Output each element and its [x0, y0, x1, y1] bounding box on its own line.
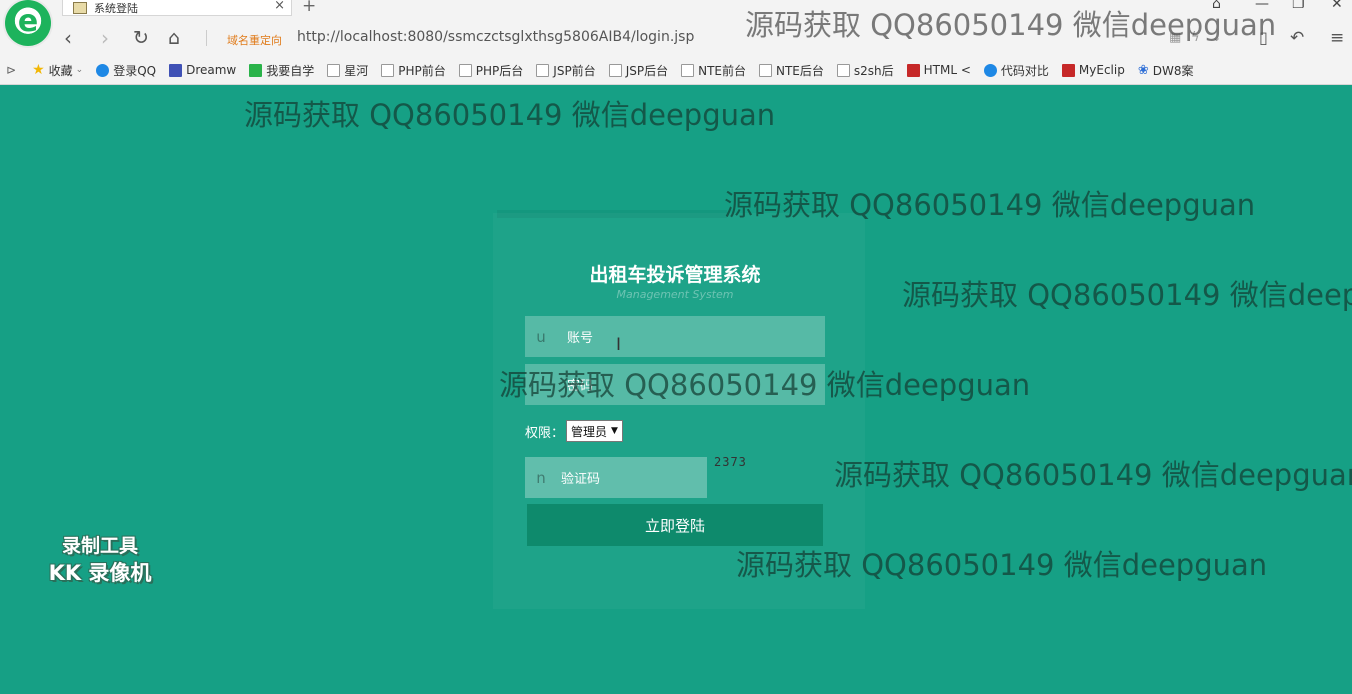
minimize-icon[interactable]: —: [1255, 0, 1269, 12]
captcha-image[interactable]: 2373: [714, 455, 814, 499]
address-bar[interactable]: http://localhost:8080/ssmczctsglxthsg580…: [297, 29, 694, 45]
browser-tab[interactable]: 系统登陆 ×: [62, 0, 292, 16]
address-dropdown-icon[interactable]: ⌄: [1212, 25, 1221, 51]
captcha-field[interactable]: n 验证码: [525, 457, 707, 498]
username-field[interactable]: u 账号: [525, 316, 825, 357]
compare-icon: [983, 63, 997, 77]
page-icon: [608, 63, 622, 77]
role-row: 权限： 管理员 ▼: [525, 419, 623, 443]
bookmark-item[interactable]: ❀ DW8案: [1138, 62, 1194, 79]
new-tab-icon[interactable]: +: [302, 0, 316, 16]
menu-icon[interactable]: ≡: [1330, 25, 1344, 51]
page-icon: [327, 63, 341, 77]
back-icon[interactable]: ‹: [64, 25, 72, 51]
bookmark-item[interactable]: 登录QQ: [96, 62, 156, 79]
bookmark-item[interactable]: PHP前台: [381, 62, 446, 79]
bookmark-item[interactable]: HTML <: [906, 63, 971, 77]
bookmark-label: 登录QQ: [113, 63, 157, 78]
captcha-placeholder: 验证码: [561, 472, 601, 487]
chrome-icon: [96, 63, 110, 77]
reload-icon[interactable]: ↻: [133, 25, 149, 51]
password-placeholder: 密码: [567, 379, 594, 394]
bookmark-label: PHP后台: [475, 63, 524, 78]
redirect-label: 域名重定向: [227, 34, 282, 47]
bookmark-label: PHP前台: [398, 63, 446, 78]
page-subtitle: Management System: [616, 288, 734, 301]
role-select[interactable]: 管理员 ▼: [566, 420, 623, 442]
bookmark-item[interactable]: JSP后台: [608, 62, 669, 79]
browser-chrome: e 系统登陆 × + ⌂ — ❐ ✕ ‹ › ↻ ⌂ 域名重定向 http://…: [0, 0, 1352, 85]
bookmark-label: JSP前台: [553, 63, 596, 78]
page-icon: [458, 63, 472, 77]
bookmark-item[interactable]: 我要自学: [249, 62, 314, 79]
address-separator: [206, 30, 207, 46]
bookmark-item[interactable]: s2sh后: [836, 62, 894, 79]
bookmark-item[interactable]: NTE后台: [758, 62, 824, 79]
page-body: 出租车投诉管理系统 Management System u 账号 I 密码 权限…: [0, 86, 1352, 694]
bookmark-label: JSP后台: [625, 63, 669, 78]
tab-title: 系统登陆: [94, 1, 138, 15]
bookmark-label: NTE后台: [775, 63, 824, 78]
bookmark-label: HTML <: [923, 63, 971, 77]
chevron-down-icon: ⌄: [75, 65, 84, 75]
page-icon: [758, 63, 772, 77]
bookmark-label: s2sh后: [853, 63, 894, 78]
sidebar-toggle-icon[interactable]: ⊳: [6, 63, 16, 77]
role-label: 权限：: [525, 425, 565, 441]
bookmark-item[interactable]: MyEclip: [1061, 63, 1125, 77]
restore-icon[interactable]: ❐: [1292, 0, 1305, 12]
close-window-icon[interactable]: ✕: [1331, 0, 1343, 12]
flash-icon[interactable]: ϟ: [1191, 25, 1200, 51]
bookmark-label: MyEclip: [1078, 63, 1125, 77]
star-icon: ★: [32, 61, 45, 78]
dreamweaver-icon: [169, 63, 183, 77]
user-icon: u: [536, 327, 546, 346]
page-title: 出租车投诉管理系统: [589, 264, 761, 286]
bookmark-label: DW8案: [1152, 63, 1194, 78]
html-icon: [906, 63, 920, 77]
bookmark-label: 收藏: [48, 63, 73, 78]
bookmarks-bar: ⊳ ★ 收藏 ⌄ 登录QQ Dreamw 我要自学 星河 PHP前台 PHP后台 J…: [0, 60, 1352, 80]
login-panel-top: [497, 210, 727, 218]
page-icon: [536, 63, 550, 77]
login-button[interactable]: 立即登陆: [527, 504, 823, 546]
tab-bar: e 系统登陆 × + ⌂ — ❐ ✕: [0, 0, 1352, 46]
text-cursor-icon: I: [616, 335, 622, 355]
device-icon[interactable]: ▯: [1259, 25, 1268, 51]
captcha-icon: n: [536, 468, 546, 487]
image-icon: [836, 63, 850, 77]
bookmark-label: 星河: [344, 63, 369, 78]
recorder-line2: KK 录像机: [48, 561, 152, 585]
undo-icon[interactable]: ↶: [1290, 25, 1304, 51]
bookmark-item[interactable]: PHP后台: [458, 62, 524, 79]
book-icon: [249, 63, 263, 77]
dropdown-arrow-icon: ▼: [611, 426, 618, 436]
bookmark-item[interactable]: NTE前台: [681, 62, 746, 79]
password-field[interactable]: 密码: [525, 364, 825, 405]
bookmark-label: 我要自学: [266, 63, 315, 78]
forward-icon[interactable]: ›: [101, 25, 109, 51]
tab-close-icon[interactable]: ×: [274, 0, 285, 13]
tab-favicon-icon: [73, 1, 87, 14]
bookmark-label: Dreamw: [186, 63, 237, 77]
bookmark-label: 代码对比: [1000, 63, 1049, 78]
bookmark-item[interactable]: Dreamw: [169, 63, 236, 77]
myeclipse-icon: [1061, 63, 1075, 77]
bookmark-item[interactable]: 星河: [327, 62, 368, 79]
role-selected-value: 管理员: [571, 424, 608, 439]
pin-icon[interactable]: ⌂: [1212, 0, 1221, 12]
page-icon: [681, 63, 695, 77]
recorder-line1: 录制工具: [61, 535, 138, 557]
username-placeholder: 账号: [567, 331, 594, 346]
home-icon[interactable]: ⌂: [168, 25, 180, 51]
navigation-row: ‹ › ↻ ⌂ 域名重定向 http://localhost:8080/ssmc…: [0, 22, 1352, 54]
page-icon: [381, 63, 395, 77]
paw-icon: ❀: [1137, 62, 1149, 78]
recorder-watermark: 录制工具 KK 录像机: [30, 533, 170, 587]
bookmark-label: NTE前台: [698, 63, 746, 78]
bookmark-item[interactable]: ★ 收藏 ⌄: [32, 62, 83, 79]
qr-icon[interactable]: ▦: [1169, 25, 1181, 51]
bookmark-item[interactable]: JSP前台: [536, 62, 596, 79]
bookmark-item[interactable]: 代码对比: [983, 62, 1049, 79]
